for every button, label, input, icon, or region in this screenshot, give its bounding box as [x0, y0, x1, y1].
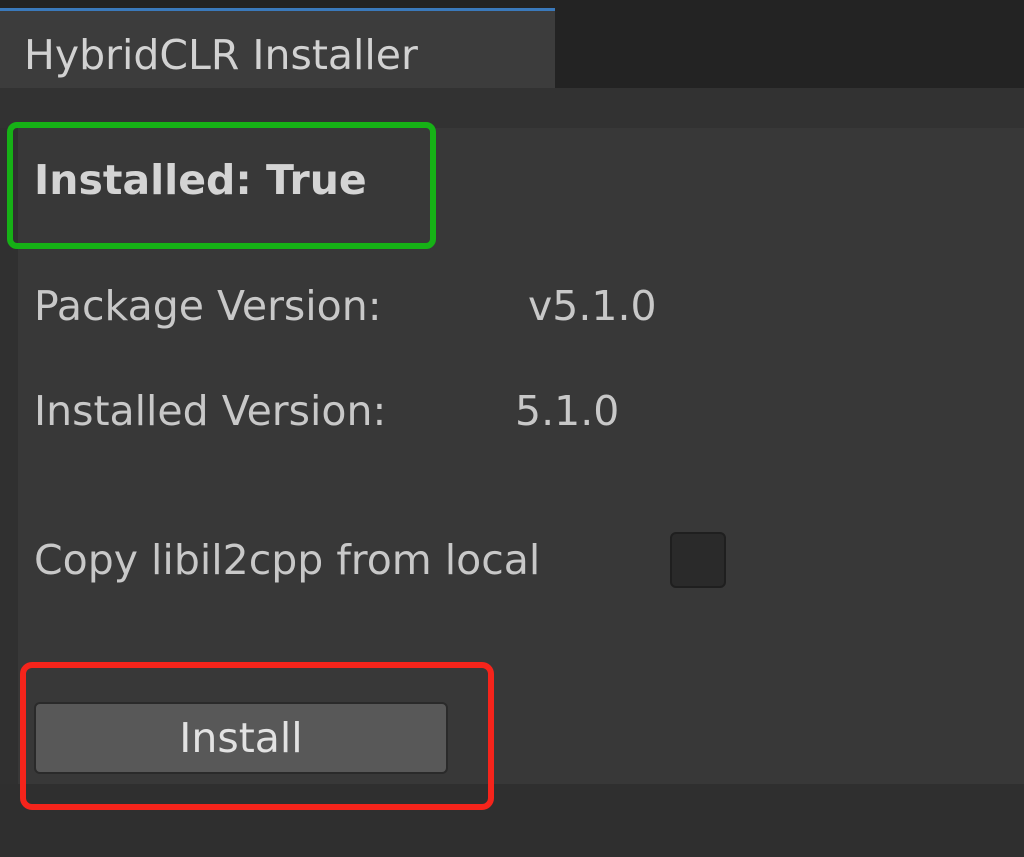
installer-window: HybridCLR Installer Installed: True Pack… [0, 0, 1024, 857]
package-version-value: v5.1.0 [528, 282, 657, 330]
tab-hybridclr-installer[interactable]: HybridCLR Installer [0, 8, 555, 88]
copy-libil2cpp-label: Copy libil2cpp from local [34, 536, 541, 584]
tab-strip: HybridCLR Installer [0, 0, 1024, 88]
status-highlight-box [7, 122, 436, 249]
package-version-label: Package Version: [34, 282, 382, 330]
installed-version-label: Installed Version: [34, 387, 387, 435]
installed-version-value: 5.1.0 [515, 387, 620, 435]
tab-title: HybridCLR Installer [24, 31, 418, 79]
install-highlight-box [20, 662, 494, 810]
copy-libil2cpp-checkbox[interactable] [670, 532, 726, 588]
